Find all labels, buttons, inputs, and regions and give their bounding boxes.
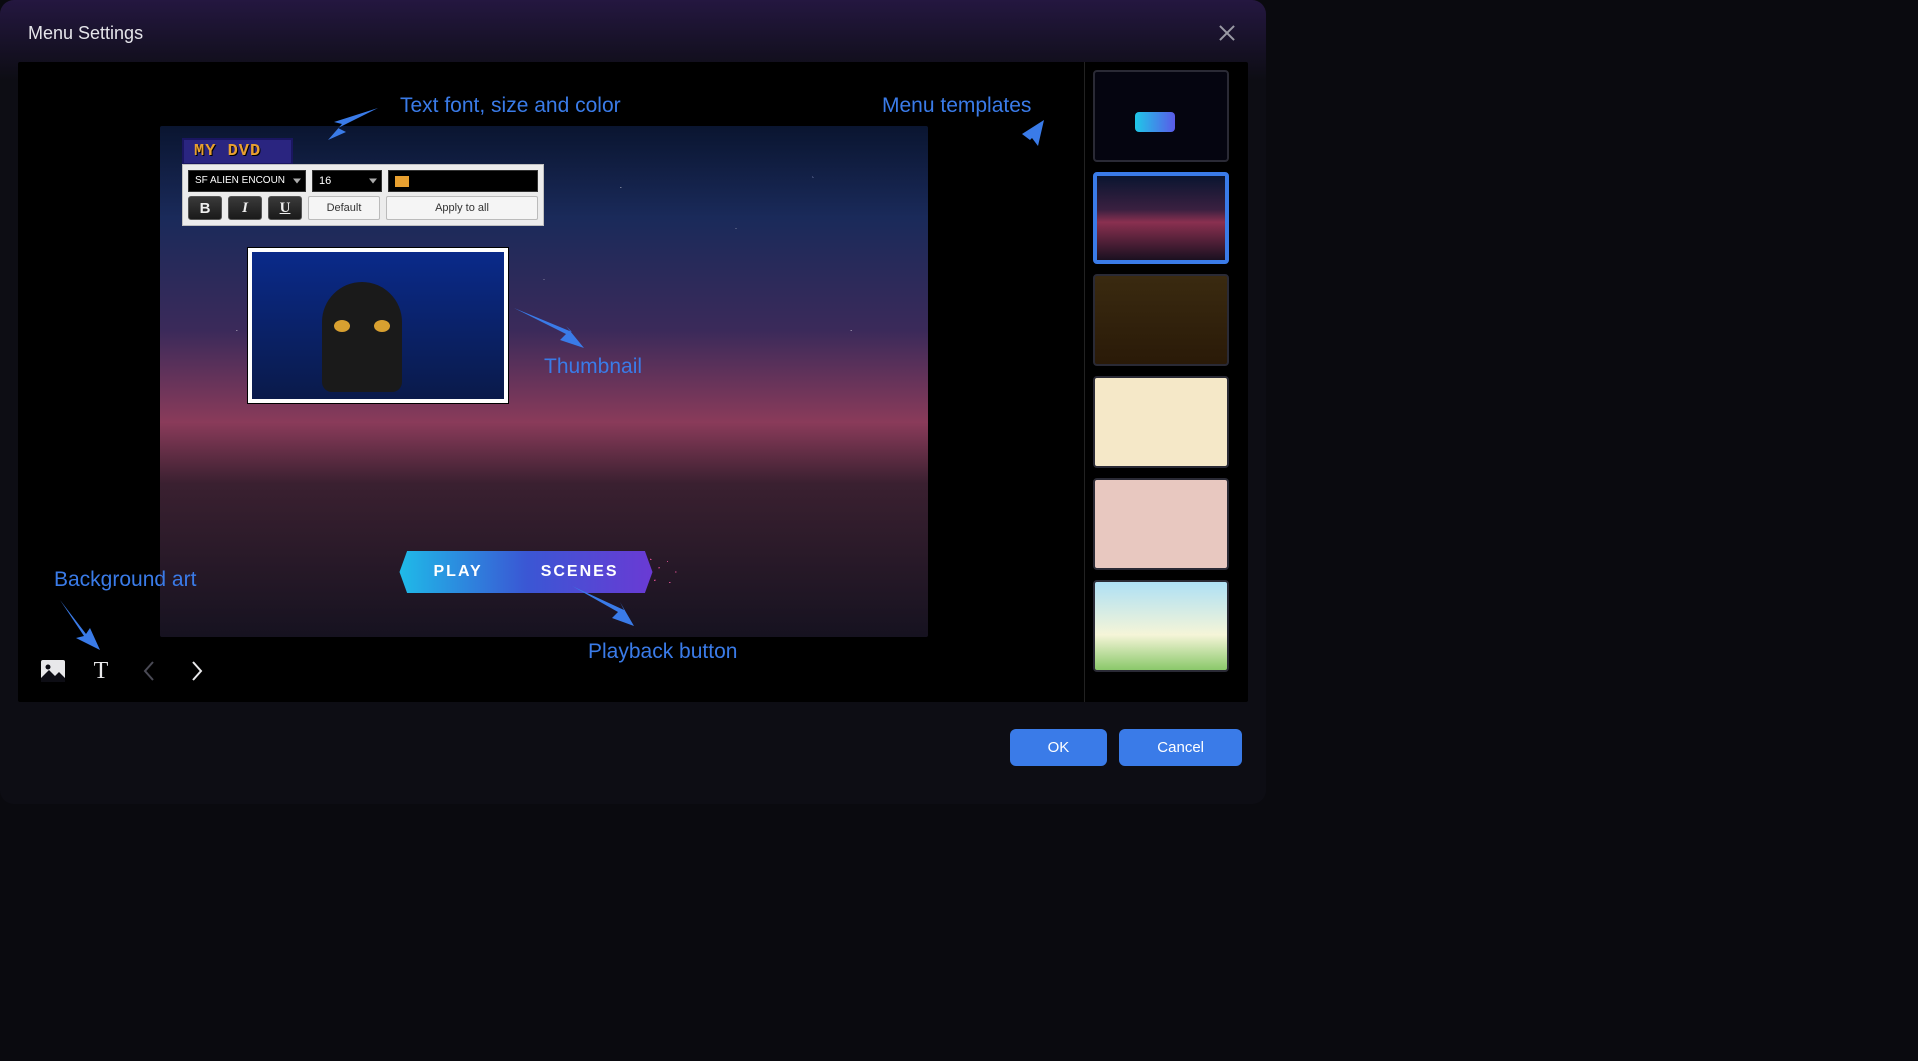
font-color-select[interactable] <box>388 170 538 192</box>
menu-preview[interactable]: MY DVD SF ALIEN ENCOUN 16 B I U Default <box>160 126 928 637</box>
apply-to-all-button[interactable]: Apply to all <box>386 196 538 220</box>
bottom-toolbar: T <box>40 658 210 684</box>
default-button[interactable]: Default <box>308 196 380 220</box>
dialog-header: Menu Settings <box>0 0 1266 62</box>
italic-button[interactable]: I <box>228 196 262 220</box>
dialog-body: MY DVD SF ALIEN ENCOUN 16 B I U Default <box>18 62 1248 702</box>
cancel-button[interactable]: Cancel <box>1119 729 1242 766</box>
decorative-dots <box>647 551 689 593</box>
background-image-button[interactable] <box>40 658 66 684</box>
close-icon[interactable] <box>1216 22 1238 44</box>
font-select[interactable]: SF ALIEN ENCOUN <box>188 170 306 192</box>
template-thumbnail-4[interactable] <box>1093 376 1229 468</box>
text-tool-button[interactable]: T <box>88 658 114 684</box>
playback-bar: PLAY SCENES <box>400 551 689 593</box>
template-thumbnail-2[interactable] <box>1093 172 1229 264</box>
template-thumbnail-6[interactable] <box>1093 580 1229 672</box>
thumbnail-character <box>322 282 402 392</box>
bold-button[interactable]: B <box>188 196 222 220</box>
dvd-title-text[interactable]: MY DVD <box>182 138 293 165</box>
template-thumbnail-3[interactable] <box>1093 274 1229 366</box>
dialog-footer: OK Cancel <box>1010 729 1242 766</box>
chevron-down-icon <box>369 179 377 184</box>
font-size-select[interactable]: 16 <box>312 170 382 192</box>
template-thumbnail-1[interactable] <box>1093 70 1229 162</box>
templates-panel <box>1084 62 1248 702</box>
video-thumbnail[interactable] <box>248 248 508 403</box>
ok-button[interactable]: OK <box>1010 729 1108 766</box>
font-size-value: 16 <box>319 175 331 187</box>
color-swatch <box>395 176 409 187</box>
scenes-button[interactable]: SCENES <box>541 563 619 581</box>
annotation-templates: Menu templates <box>882 94 1031 118</box>
template-thumbnail-5[interactable] <box>1093 478 1229 570</box>
chevron-down-icon <box>293 179 301 184</box>
play-button[interactable]: PLAY <box>434 563 483 581</box>
text-toolbar: SF ALIEN ENCOUN 16 B I U Default Apply t… <box>182 164 544 226</box>
annotation-playback: Playback button <box>588 640 737 664</box>
font-name-value: SF ALIEN ENCOUN <box>195 175 285 186</box>
next-page-button[interactable] <box>184 658 210 684</box>
arrow-icon <box>990 120 1044 185</box>
underline-button[interactable]: U <box>268 196 302 220</box>
preview-area: MY DVD SF ALIEN ENCOUN 16 B I U Default <box>18 62 1084 702</box>
annotation-text-tools: Text font, size and color <box>400 94 621 118</box>
arrow-icon <box>60 600 100 655</box>
menu-settings-dialog: Menu Settings MY DVD SF ALIEN ENCOUN 16 <box>0 0 1266 804</box>
dialog-title: Menu Settings <box>28 23 143 44</box>
prev-page-button[interactable] <box>136 658 162 684</box>
